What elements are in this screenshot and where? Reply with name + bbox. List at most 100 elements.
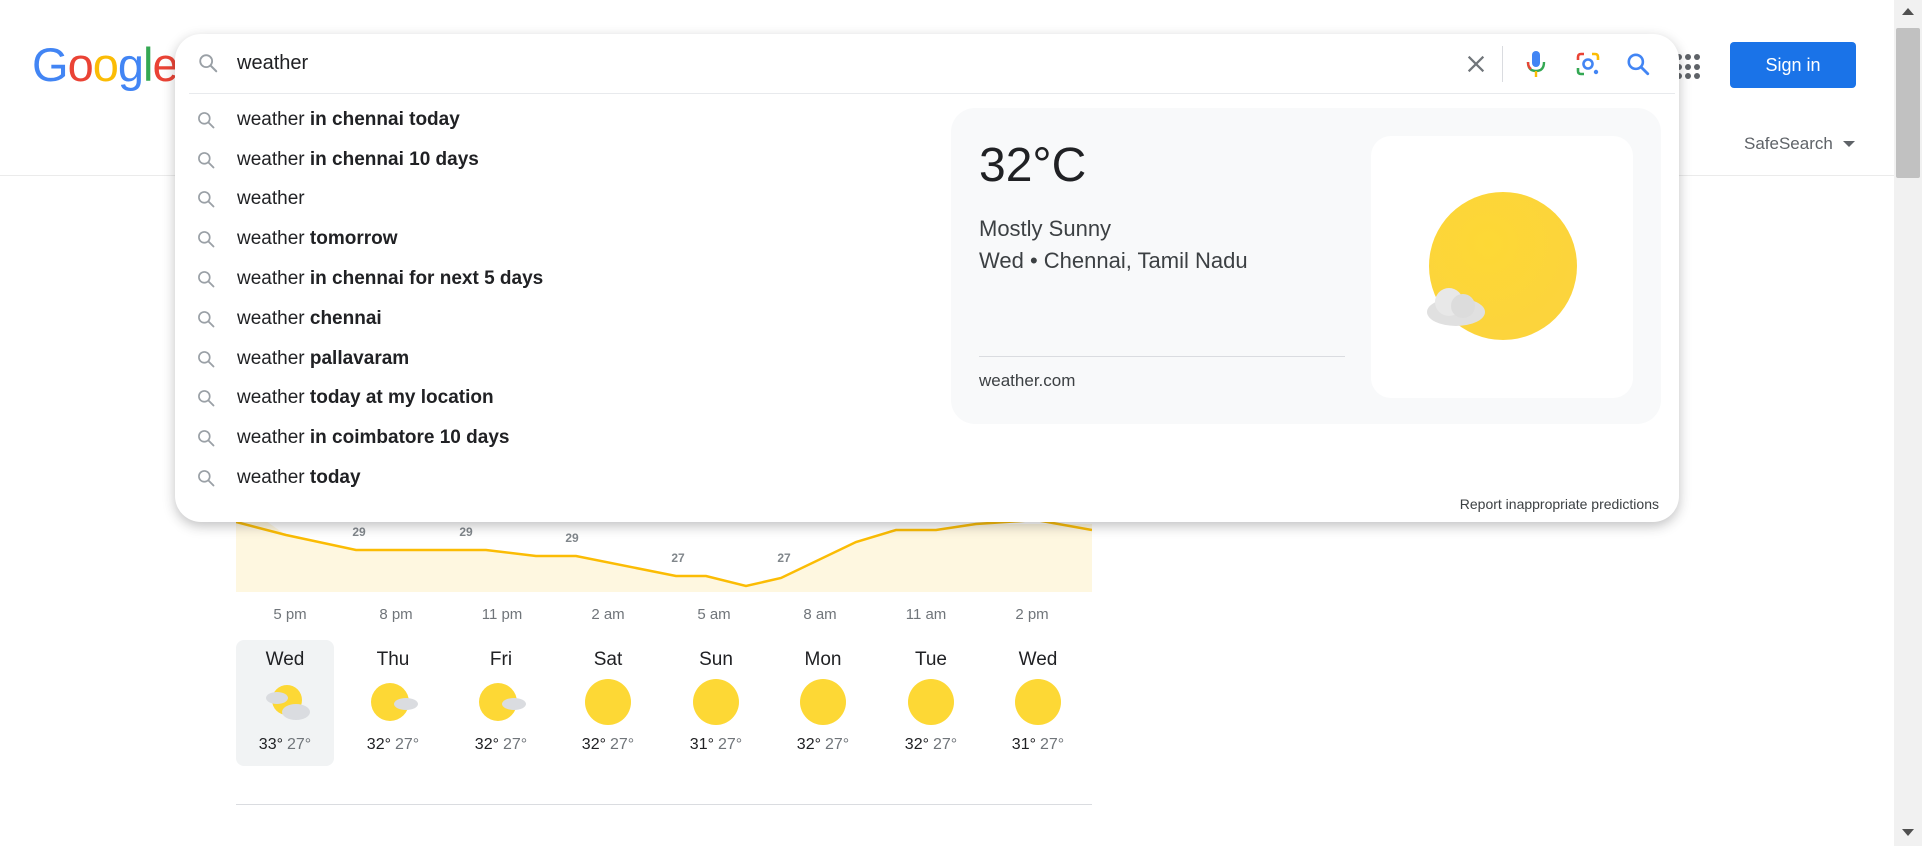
day-name: Sun xyxy=(699,649,733,670)
weather-image-box xyxy=(1371,136,1633,398)
suggestion-prefix: weather xyxy=(237,347,305,369)
chart-value-label: 29 xyxy=(352,525,366,539)
weather-location: Wed • Chennai, Tamil Nadu xyxy=(979,248,1248,273)
suggestion-item[interactable]: weather xyxy=(175,180,935,220)
page-scrollbar[interactable] xyxy=(1894,0,1922,846)
sunny-icon xyxy=(908,679,954,725)
suggestion-completion: in chennai 10 days xyxy=(304,148,479,170)
suggestion-completion: tomorrow xyxy=(304,228,398,250)
suggestion-prefix: weather xyxy=(237,427,305,449)
suggestion-item[interactable]: weather pallavaram xyxy=(175,339,935,379)
day-forecast-sun[interactable]: Sun 31° 27° xyxy=(667,640,765,766)
lens-camera-icon xyxy=(1576,52,1600,76)
suggestion-item[interactable]: weather tomorrow xyxy=(175,219,935,259)
search-submit-button[interactable] xyxy=(1621,47,1655,81)
suggestion-completion: in chennai today xyxy=(304,108,460,130)
search-icon xyxy=(195,427,217,449)
weather-preview-card[interactable]: 32°C Mostly Sunny Wed • Chennai, Tamil N… xyxy=(951,108,1661,424)
high-temp: 32° xyxy=(366,736,391,753)
suggestion-item[interactable]: weather in coimbatore 10 days xyxy=(175,418,935,458)
time-label: 5 pm xyxy=(273,606,307,623)
voice-search-button[interactable] xyxy=(1521,47,1551,81)
suggestion-item[interactable]: weather today at my location xyxy=(175,379,935,419)
scroll-up-arrow-icon[interactable] xyxy=(1902,8,1914,15)
sign-in-button[interactable]: Sign in xyxy=(1730,42,1856,88)
suggestion-item[interactable]: weather today xyxy=(175,458,935,498)
low-temp: 27° xyxy=(395,736,420,753)
suggestion-completion: chennai xyxy=(304,307,382,329)
time-label: 2 pm xyxy=(1015,606,1049,623)
cloud-icon xyxy=(1427,288,1485,326)
high-temp: 32° xyxy=(904,736,929,753)
close-icon xyxy=(1467,55,1485,73)
search-dropdown: weather in chennai today weather in chen… xyxy=(175,34,1679,522)
high-temp: 32° xyxy=(796,736,821,753)
weather-temperature: 32°C xyxy=(979,139,1087,192)
search-icon xyxy=(1627,53,1650,76)
weather-source: weather.com xyxy=(979,371,1076,390)
google-logo[interactable]: Google xyxy=(32,40,179,90)
low-temp: 27° xyxy=(825,736,850,753)
search-icon xyxy=(197,52,219,79)
chart-value-label: 27 xyxy=(671,551,685,565)
low-temp: 27° xyxy=(718,736,743,753)
suggestion-completion: in chennai for next 5 days xyxy=(304,268,544,290)
day-name: Thu xyxy=(376,649,410,670)
google-lens-button[interactable] xyxy=(1571,47,1605,81)
time-label: 11 am xyxy=(905,606,947,623)
mostly-sunny-icon xyxy=(371,683,418,721)
suggestion-completion: today at my location xyxy=(304,387,494,409)
day-temps: 31° 27° xyxy=(667,736,765,754)
scroll-down-arrow-icon[interactable] xyxy=(1902,829,1914,836)
search-icon xyxy=(195,387,217,409)
suggestion-prefix: weather xyxy=(237,467,305,489)
time-label: 8 pm xyxy=(379,606,413,623)
search-icon xyxy=(195,467,217,489)
sunny-icon xyxy=(800,679,846,725)
day-name: Mon xyxy=(804,649,842,670)
search-icon xyxy=(195,109,217,131)
day-forecast-wed[interactable]: Wed 33° 27° xyxy=(236,640,334,766)
weather-card-divider xyxy=(979,356,1345,357)
day-name: Tue xyxy=(914,649,948,670)
day-forecast-tue[interactable]: Tue 32° 27° xyxy=(882,640,980,766)
search-icon xyxy=(195,149,217,171)
suggestion-completion: in coimbatore 10 days xyxy=(304,427,510,449)
suggestion-item[interactable]: weather in chennai for next 5 days xyxy=(175,259,935,299)
suggestion-item[interactable]: weather in chennai 10 days xyxy=(175,140,935,180)
search-divider xyxy=(189,93,1675,94)
low-temp: 27° xyxy=(287,736,312,753)
suggestion-item[interactable]: weather chennai xyxy=(175,299,935,339)
search-input[interactable] xyxy=(237,48,1237,78)
day-name: Wed xyxy=(1018,649,1058,670)
day-forecast-mon[interactable]: Mon 32° 27° xyxy=(774,640,872,766)
search-icon xyxy=(195,228,217,250)
chart-value-label: 27 xyxy=(777,551,791,565)
chart-value-label: 29 xyxy=(459,525,473,539)
low-temp: 27° xyxy=(933,736,958,753)
caret-down-icon xyxy=(1842,141,1855,147)
time-label: 5 am xyxy=(697,606,731,623)
day-temps: 32° 27° xyxy=(344,736,442,754)
safesearch-menu[interactable]: SafeSearch xyxy=(1744,134,1855,154)
report-predictions-link[interactable]: Report inappropriate predictions xyxy=(1460,496,1659,512)
time-label: 2 am xyxy=(591,606,625,623)
mostly-sunny-icon xyxy=(479,683,526,721)
day-forecast-thu[interactable]: Thu 32° 27° xyxy=(344,640,442,766)
search-icon xyxy=(195,268,217,290)
day-temps: 32° 27° xyxy=(452,736,550,754)
time-label: 11 pm xyxy=(481,606,523,623)
day-name: Sat xyxy=(593,649,623,670)
suggestion-item[interactable]: weather in chennai today xyxy=(175,100,935,140)
day-forecast-fri[interactable]: Fri 32° 27° xyxy=(452,640,550,766)
day-name: Fri xyxy=(489,649,513,670)
day-forecast-wed-next[interactable]: Wed 31° 27° xyxy=(989,640,1087,766)
clear-search-button[interactable] xyxy=(1461,49,1491,79)
day-temps: 33° 27° xyxy=(236,736,334,754)
page: Google Sign in SafeSearch 29 29 29 27 27… xyxy=(0,0,1922,846)
apps-grid-icon[interactable] xyxy=(1676,54,1702,80)
scrollbar-thumb[interactable] xyxy=(1896,28,1920,178)
day-forecast-sat[interactable]: Sat 32° 27° xyxy=(559,640,657,766)
weather-condition: Mostly Sunny xyxy=(979,216,1112,241)
low-temp: 27° xyxy=(610,736,635,753)
